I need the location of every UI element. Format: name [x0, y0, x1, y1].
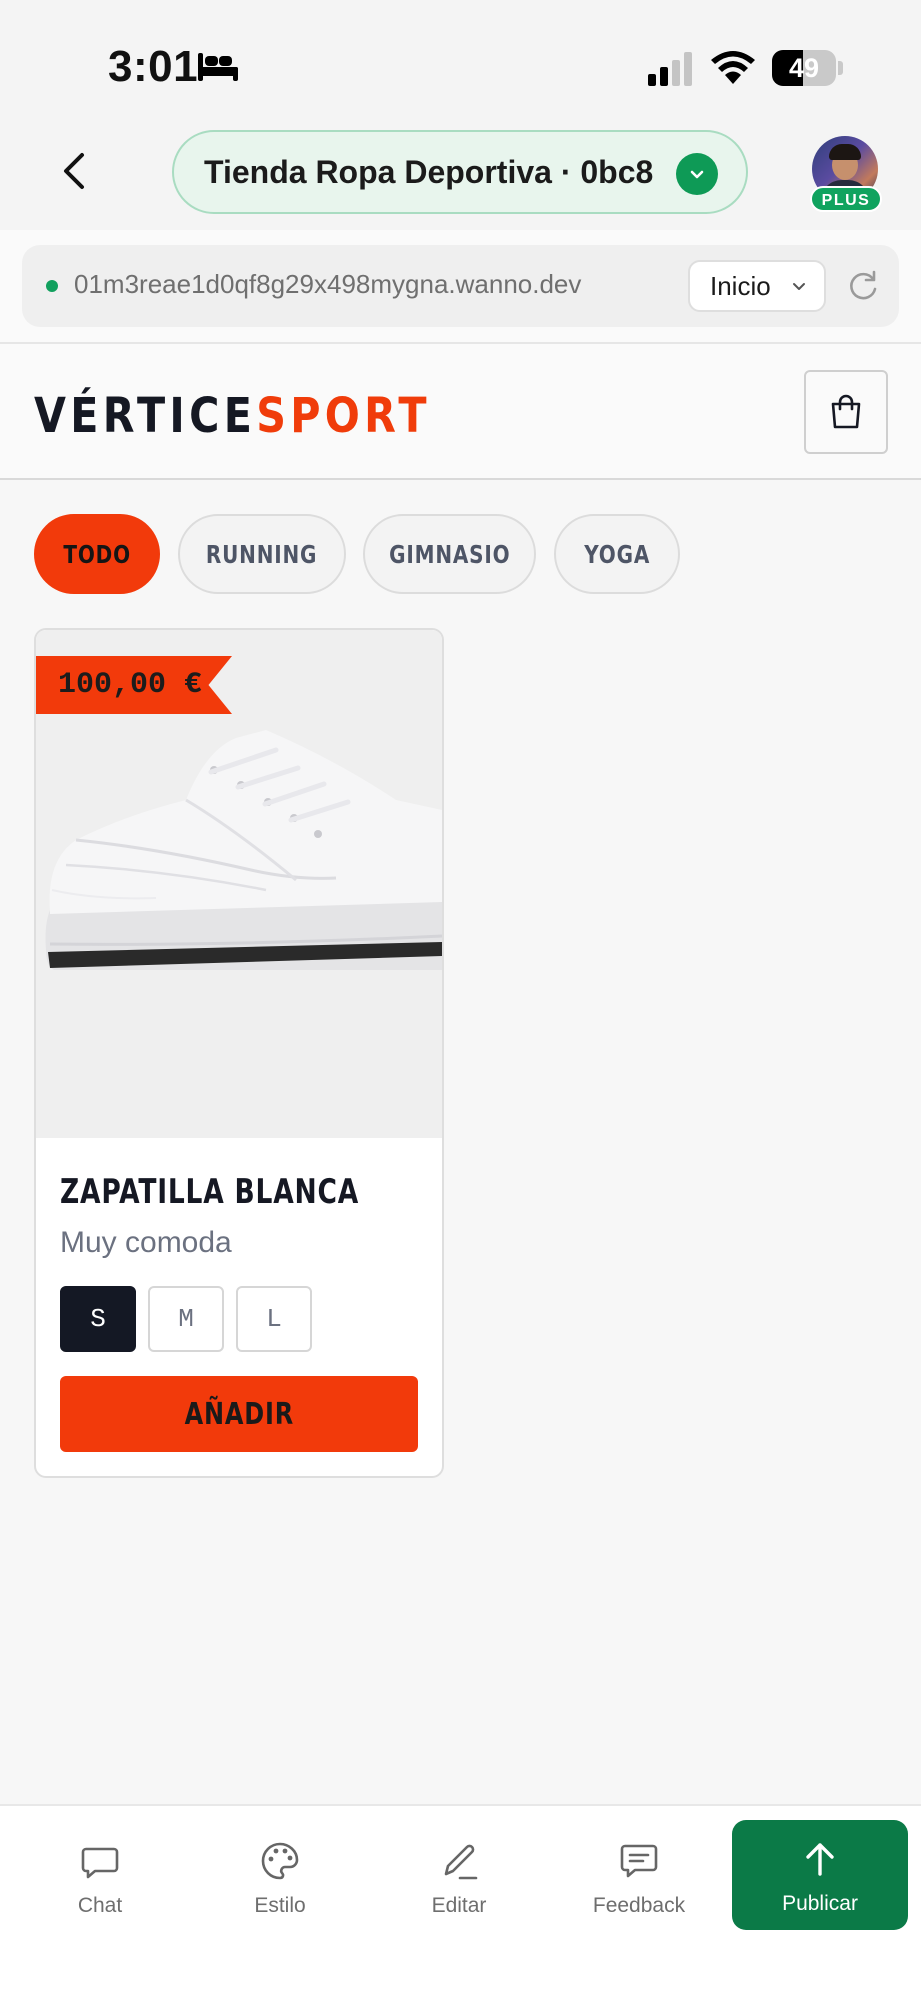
logo-text-accent: SPORT — [256, 388, 431, 444]
bed-icon — [198, 53, 238, 81]
add-to-cart-button[interactable]: AÑADIR — [60, 1376, 418, 1452]
project-selector[interactable]: Tienda Ropa Deportiva · 0bc8 — [172, 130, 748, 214]
battery-body: 49 — [772, 50, 836, 86]
logo-text-primary: VÉRTICE — [34, 388, 257, 444]
wifi-icon — [711, 51, 755, 84]
tab-estilo[interactable]: Estilo — [205, 1822, 355, 1932]
arrow-up-icon — [806, 1843, 834, 1876]
back-button[interactable] — [50, 146, 100, 196]
cellular-signal-icon — [648, 52, 692, 86]
category-chip-yoga[interactable]: YOGA — [554, 514, 680, 594]
product-card[interactable]: 100,00 € ZAPATILLA BLANCA Muy comoda S M… — [34, 628, 444, 1478]
product-description: Muy comoda — [60, 1226, 232, 1259]
sneaker-image — [45, 730, 442, 970]
store-logo[interactable]: VÉRTICESPORT — [34, 388, 431, 444]
cart-button[interactable] — [804, 370, 888, 454]
bottom-tab-bar: Chat Estilo Editar Feedback Publicar — [0, 1804, 921, 2000]
battery-tip — [838, 61, 843, 75]
add-to-cart-label: AÑADIR — [184, 1396, 294, 1432]
shopping-bag-icon — [831, 394, 861, 429]
plan-badge: PLUS — [810, 186, 882, 212]
category-chip-running[interactable]: RUNNING — [178, 514, 346, 594]
chevron-down-icon — [676, 153, 718, 195]
url-area: 01m3reae1d0qf8g29x498mygna.wanno.dev Ini… — [0, 230, 921, 344]
battery-level: 49 — [788, 53, 820, 83]
publish-button[interactable]: Publicar — [732, 1820, 908, 1930]
battery-indicator: 49 — [772, 50, 843, 86]
status-bar: 3:01 49 — [0, 0, 921, 120]
status-dot-icon — [46, 280, 58, 292]
page-select-label: Inicio — [710, 270, 771, 301]
tab-chat[interactable]: Chat — [25, 1822, 175, 1932]
url-text[interactable]: 01m3reae1d0qf8g29x498mygna.wanno.dev — [74, 269, 581, 300]
category-chip-todo[interactable]: TODO — [34, 514, 160, 594]
feedback-icon — [620, 1844, 658, 1878]
tab-editar[interactable]: Editar — [384, 1822, 534, 1932]
size-option-m[interactable]: M — [148, 1286, 224, 1352]
tab-feedback[interactable]: Feedback — [564, 1822, 714, 1932]
product-name: ZAPATILLA BLANCA — [60, 1172, 360, 1212]
pencil-icon — [444, 1844, 478, 1880]
product-image[interactable]: 100,00 € — [36, 630, 442, 1138]
chevron-left-icon — [64, 153, 84, 189]
category-filter: TODO RUNNING GIMNASIO YOGA — [0, 480, 921, 620]
app-header: Tienda Ropa Deportiva · 0bc8 PLUS — [0, 120, 921, 230]
price: 100,00 € — [58, 668, 203, 702]
palette-icon — [261, 1842, 299, 1880]
price-tag: 100,00 € — [36, 656, 232, 714]
reload-icon[interactable] — [844, 267, 882, 305]
size-option-l[interactable]: L — [236, 1286, 312, 1352]
project-name: Tienda Ropa Deportiva · 0bc8 — [204, 153, 654, 190]
store-header: VÉRTICESPORT — [0, 344, 921, 480]
size-option-s[interactable]: S — [60, 1286, 136, 1352]
page-select[interactable]: Inicio — [688, 260, 826, 312]
chevron-down-icon — [793, 283, 805, 290]
chat-icon — [81, 1847, 119, 1879]
product-grid: 100,00 € ZAPATILLA BLANCA Muy comoda S M… — [0, 620, 921, 1804]
category-chip-gimnasio[interactable]: GIMNASIO — [363, 514, 536, 594]
status-time: 3:01 — [108, 42, 199, 91]
url-bar: 01m3reae1d0qf8g29x498mygna.wanno.dev Ini… — [22, 245, 899, 327]
